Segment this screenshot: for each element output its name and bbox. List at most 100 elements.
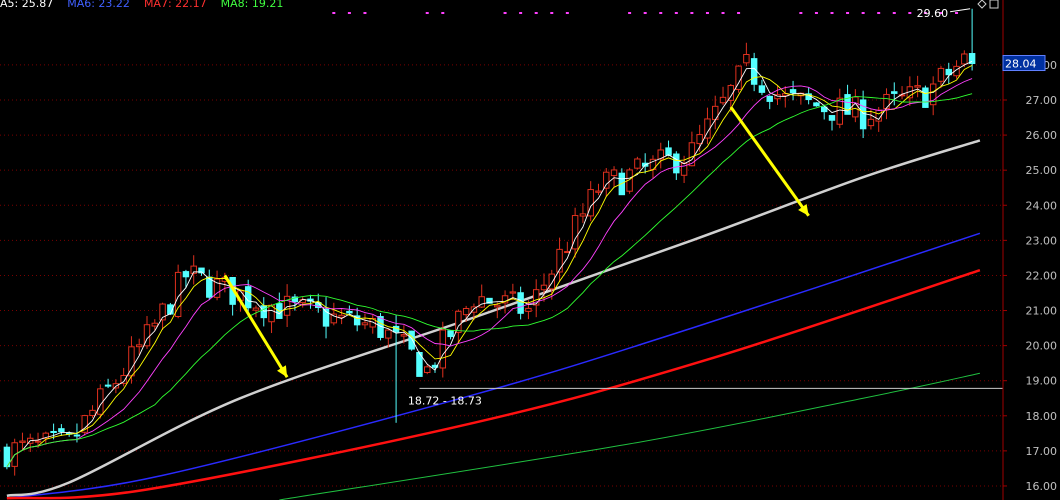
square-icon[interactable] <box>989 0 999 9</box>
candle-body <box>494 304 501 308</box>
signal-mark <box>659 12 663 14</box>
tick-label: 24.00 <box>1026 199 1058 212</box>
arrow-shaft <box>729 106 810 217</box>
ma-legend: A5: 25.87 MA6: 23.22 MA7: 22.17 MA8: 19.21 <box>0 0 297 11</box>
candle <box>579 203 587 223</box>
long-moving-averages <box>6 139 981 500</box>
candle-body <box>400 334 408 337</box>
candle-body <box>517 292 524 314</box>
candle <box>564 241 571 254</box>
candle <box>58 424 65 436</box>
candle <box>922 85 929 108</box>
candle-body <box>89 409 96 416</box>
signal-mark <box>441 12 445 14</box>
high-annotation: 29.60 <box>917 7 949 20</box>
candle <box>151 319 159 331</box>
signal-mark <box>892 12 896 14</box>
candle <box>571 207 579 258</box>
candlestick-chart[interactable]: 18.72 - 18.73 29.60 16.00 17.00 18.00 19.00… <box>0 0 1060 500</box>
candle <box>649 155 657 179</box>
ma-short-magenta <box>6 78 973 467</box>
price-axis: 16.00 17.00 18.00 19.00 20.00 21.00 22.00 23.00… <box>1002 0 1058 500</box>
tick-label: 16.00 <box>1026 480 1058 493</box>
candle-body <box>104 384 112 387</box>
candle <box>439 321 447 378</box>
legend-ma5: A5: 25.87 <box>0 0 54 10</box>
candle <box>813 102 820 107</box>
tick-label: 26.00 <box>1026 129 1058 142</box>
candle-body <box>19 440 26 443</box>
candle-body <box>424 366 431 374</box>
legend-ma8: MA8: 19.21 <box>220 0 284 10</box>
candle <box>665 140 672 157</box>
signal-mark <box>861 12 865 14</box>
signal-mark <box>425 12 429 14</box>
candle <box>182 269 190 289</box>
candle <box>883 88 890 120</box>
candle-body <box>151 322 159 327</box>
candle <box>618 168 626 196</box>
signal-mark <box>628 12 632 14</box>
candle <box>673 151 680 180</box>
trend-arrow <box>729 106 810 217</box>
candle-body <box>836 97 844 125</box>
signal-mark <box>534 12 538 14</box>
candle-body <box>556 248 563 273</box>
trend-arrow <box>223 274 289 378</box>
candle <box>929 76 937 116</box>
candle-body <box>828 115 836 121</box>
candle-body <box>766 95 773 102</box>
candle <box>174 264 182 319</box>
candle <box>369 314 376 334</box>
candle <box>634 156 641 170</box>
signal-mark <box>877 12 881 14</box>
candle-body <box>859 99 867 130</box>
signal-mark <box>908 12 912 14</box>
candle <box>330 302 338 326</box>
candle <box>447 329 454 340</box>
candle <box>828 115 836 131</box>
candle-body <box>58 428 65 433</box>
candle-body <box>97 388 104 415</box>
legend-ma6: MA6: 23.22 <box>67 0 130 10</box>
tick-label: 22.00 <box>1026 269 1058 282</box>
candle-body <box>447 330 454 338</box>
candle-body <box>182 271 190 278</box>
candle <box>517 286 524 320</box>
signal-mark <box>955 12 959 14</box>
candle <box>595 183 602 196</box>
candle-body <box>696 134 703 145</box>
candle-body <box>789 89 797 94</box>
signal-mark <box>846 12 850 14</box>
candle <box>657 142 664 169</box>
candle-body <box>73 434 81 437</box>
candle <box>322 297 330 339</box>
candle-body <box>579 213 587 217</box>
candle-body <box>50 430 57 433</box>
candle-body <box>758 85 766 93</box>
ma-long-blue <box>6 232 981 499</box>
tick-label: 27.00 <box>1026 94 1058 107</box>
signal-mark <box>737 12 741 14</box>
candle-body <box>634 158 641 169</box>
candle <box>268 303 275 334</box>
candle-body <box>867 118 875 127</box>
candle-body <box>665 147 672 156</box>
candle-body <box>455 310 462 333</box>
diamond-icon[interactable] <box>977 0 987 9</box>
candle <box>392 315 400 423</box>
signal-mark <box>347 12 351 14</box>
candle-body <box>408 330 415 350</box>
corner-icons[interactable] <box>977 0 999 9</box>
tick-label: 17.00 <box>1026 445 1058 458</box>
candle <box>408 330 415 351</box>
signal-marks <box>332 12 959 14</box>
current-price-label: 28.04 <box>1005 58 1037 71</box>
tick-label: 18.00 <box>1026 410 1058 423</box>
candle-body <box>750 58 758 85</box>
candle <box>3 443 11 470</box>
candle-body <box>719 96 727 104</box>
tick-label: 23.00 <box>1026 234 1058 247</box>
candle <box>797 92 805 105</box>
candle <box>353 307 361 332</box>
